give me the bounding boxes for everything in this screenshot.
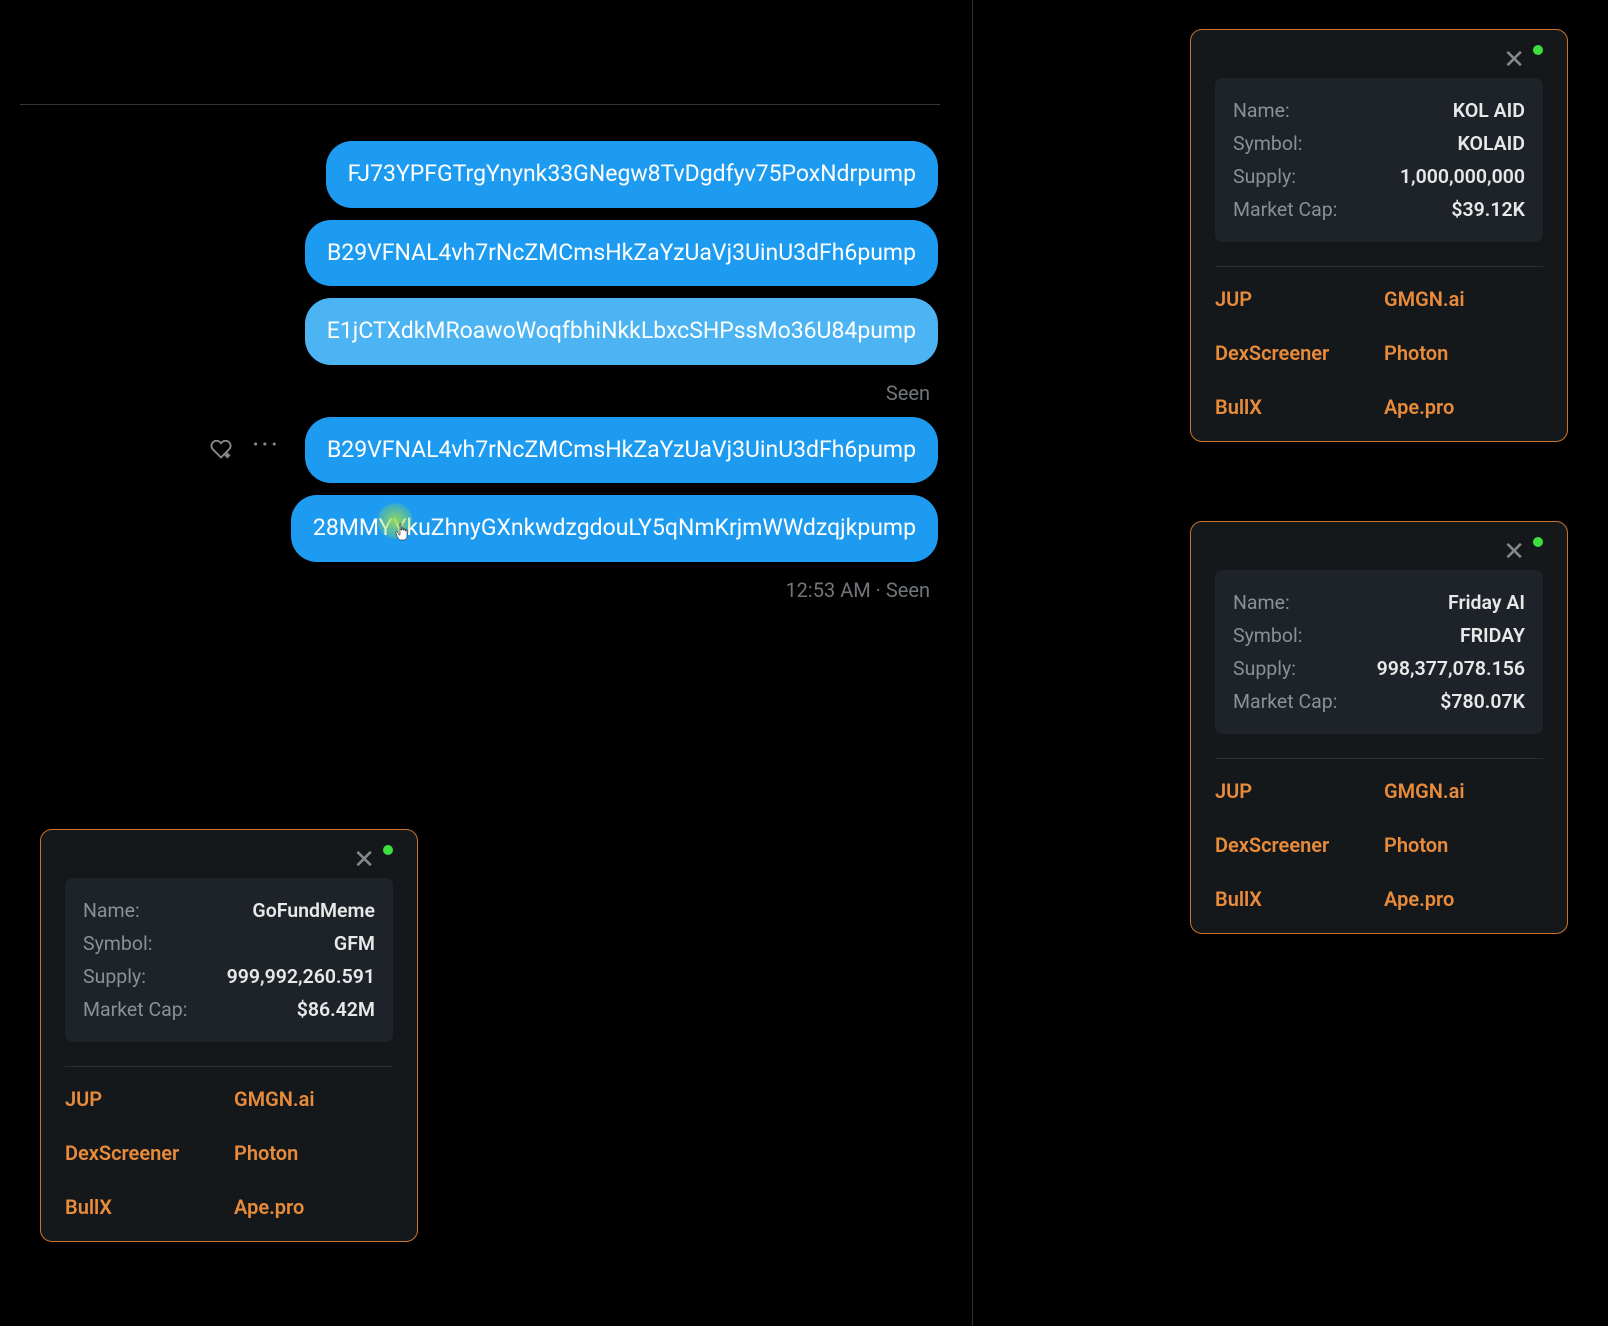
heart-plus-icon[interactable] (208, 438, 234, 462)
link-gmgn[interactable]: GMGN.ai (1384, 779, 1543, 803)
token-info-box: Name: Friday AI Symbol: FRIDAY Supply: 9… (1215, 570, 1543, 734)
info-row-supply: Supply: 999,992,260.591 (83, 960, 375, 993)
message-bubble[interactable]: B29VFNAL4vh7rNcZMCmsHkZaYzUaVj3UinU3dFh6… (305, 220, 938, 287)
info-row-symbol: Symbol: FRIDAY (1233, 619, 1525, 652)
link-dexscreener[interactable]: DexScreener (1215, 341, 1374, 365)
card-divider (1215, 266, 1543, 267)
link-jup[interactable]: JUP (65, 1087, 224, 1111)
info-row-marketcap: Market Cap: $39.12K (1233, 193, 1525, 226)
info-value-symbol: FRIDAY (1460, 624, 1525, 647)
link-apepro[interactable]: Ape.pro (234, 1195, 393, 1219)
close-icon[interactable]: ✕ (1503, 47, 1525, 73)
info-value-name: KOL AID (1453, 99, 1525, 122)
token-card-gofundmeme: ✕ Name: GoFundMeme Symbol: GFM Supply: 9… (40, 829, 418, 1242)
info-label: Symbol: (83, 932, 152, 955)
card-divider (1215, 758, 1543, 759)
info-value-name: GoFundMeme (252, 899, 375, 922)
links-grid: JUP GMGN.ai DexScreener Photon BullX Ape… (1215, 287, 1543, 419)
info-row-marketcap: Market Cap: $86.42M (83, 993, 375, 1026)
info-row-symbol: Symbol: KOLAID (1233, 127, 1525, 160)
link-dexscreener[interactable]: DexScreener (65, 1141, 224, 1165)
token-card-fridayai: ✕ Name: Friday AI Symbol: FRIDAY Supply:… (1190, 521, 1568, 934)
link-photon[interactable]: Photon (234, 1141, 393, 1165)
link-photon[interactable]: Photon (1384, 833, 1543, 857)
vertical-divider (972, 0, 973, 1326)
info-row-symbol: Symbol: GFM (83, 927, 375, 960)
token-info-box: Name: GoFundMeme Symbol: GFM Supply: 999… (65, 878, 393, 1042)
message-bubble[interactable]: E1jCTXdkMRoawoWoqfbhiNkkLbxcSHPssMo36U84… (305, 298, 938, 365)
info-row-name: Name: GoFundMeme (83, 894, 375, 927)
close-icon[interactable]: ✕ (353, 847, 375, 873)
token-info-box: Name: KOL AID Symbol: KOLAID Supply: 1,0… (1215, 78, 1543, 242)
card-header: ✕ (1215, 50, 1543, 70)
message-bubble[interactable]: 28MMYYkuZhnyGXnkwdzgdouLY5qNmKrjmWWdzqjk… (291, 495, 938, 562)
status-dot-icon (1533, 45, 1543, 55)
link-apepro[interactable]: Ape.pro (1384, 887, 1543, 911)
link-dexscreener[interactable]: DexScreener (1215, 833, 1374, 857)
more-icon[interactable]: ··· (252, 431, 280, 459)
link-gmgn[interactable]: GMGN.ai (234, 1087, 393, 1111)
info-row-marketcap: Market Cap: $780.07K (1233, 685, 1525, 718)
info-value-symbol: GFM (334, 932, 375, 955)
info-row-name: Name: KOL AID (1233, 94, 1525, 127)
message-actions: ··· (208, 436, 280, 464)
chat-area: FJ73YPFGTrgYnynk33GNegw8TvDgdfyv75PoxNdr… (0, 0, 972, 602)
info-value-supply: 999,992,260.591 (227, 965, 375, 988)
info-value-marketcap: $39.12K (1451, 198, 1525, 221)
seen-status: Seen (886, 381, 938, 405)
info-label: Symbol: (1233, 132, 1302, 155)
info-label: Market Cap: (83, 998, 187, 1021)
info-label: Market Cap: (1233, 198, 1337, 221)
info-value-symbol: KOLAID (1457, 132, 1525, 155)
link-jup[interactable]: JUP (1215, 779, 1374, 803)
card-divider (65, 1066, 393, 1067)
info-value-supply: 1,000,000,000 (1400, 165, 1525, 188)
info-label: Name: (83, 899, 140, 922)
message-row: E1jCTXdkMRoawoWoqfbhiNkkLbxcSHPssMo36U84… (30, 298, 938, 365)
info-value-marketcap: $86.42M (297, 998, 375, 1021)
info-row-supply: Supply: 998,377,078.156 (1233, 652, 1525, 685)
links-grid: JUP GMGN.ai DexScreener Photon BullX Ape… (65, 1087, 393, 1219)
info-value-supply: 998,377,078.156 (1377, 657, 1525, 680)
link-gmgn[interactable]: GMGN.ai (1384, 287, 1543, 311)
card-header: ✕ (65, 850, 393, 870)
info-value-marketcap: $780.07K (1440, 690, 1525, 713)
message-row: 28MMYYkuZhnyGXnkwdzgdouLY5qNmKrjmWWdzqjk… (30, 495, 938, 562)
link-bullx[interactable]: BullX (1215, 395, 1374, 419)
close-icon[interactable]: ✕ (1503, 539, 1525, 565)
info-label: Supply: (1233, 165, 1296, 188)
message-bubble[interactable]: B29VFNAL4vh7rNcZMCmsHkZaYzUaVj3UinU3dFh6… (305, 417, 938, 484)
link-photon[interactable]: Photon (1384, 341, 1543, 365)
card-header: ✕ (1215, 542, 1543, 562)
chat-top-divider (20, 104, 940, 105)
info-label: Name: (1233, 591, 1290, 614)
message-bubble[interactable]: FJ73YPFGTrgYnynk33GNegw8TvDgdfyv75PoxNdr… (326, 141, 938, 208)
info-row-name: Name: Friday AI (1233, 586, 1525, 619)
messages-list: FJ73YPFGTrgYnynk33GNegw8TvDgdfyv75PoxNdr… (30, 141, 942, 602)
info-label: Supply: (83, 965, 146, 988)
link-apepro[interactable]: Ape.pro (1384, 395, 1543, 419)
timestamp-seen-status: 12:53 AM · Seen (785, 578, 938, 602)
link-bullx[interactable]: BullX (1215, 887, 1374, 911)
info-label: Market Cap: (1233, 690, 1337, 713)
info-label: Supply: (1233, 657, 1296, 680)
message-row: B29VFNAL4vh7rNcZMCmsHkZaYzUaVj3UinU3dFh6… (30, 220, 938, 287)
info-label: Symbol: (1233, 624, 1302, 647)
link-bullx[interactable]: BullX (65, 1195, 224, 1219)
link-jup[interactable]: JUP (1215, 287, 1374, 311)
token-card-kolaid: ✕ Name: KOL AID Symbol: KOLAID Supply: 1… (1190, 29, 1568, 442)
message-row: ··· B29VFNAL4vh7rNcZMCmsHkZaYzUaVj3UinU3… (30, 417, 938, 484)
info-row-supply: Supply: 1,000,000,000 (1233, 160, 1525, 193)
info-label: Name: (1233, 99, 1290, 122)
info-value-name: Friday AI (1448, 591, 1525, 614)
status-dot-icon (383, 845, 393, 855)
status-dot-icon (1533, 537, 1543, 547)
links-grid: JUP GMGN.ai DexScreener Photon BullX Ape… (1215, 779, 1543, 911)
message-row: FJ73YPFGTrgYnynk33GNegw8TvDgdfyv75PoxNdr… (30, 141, 938, 208)
